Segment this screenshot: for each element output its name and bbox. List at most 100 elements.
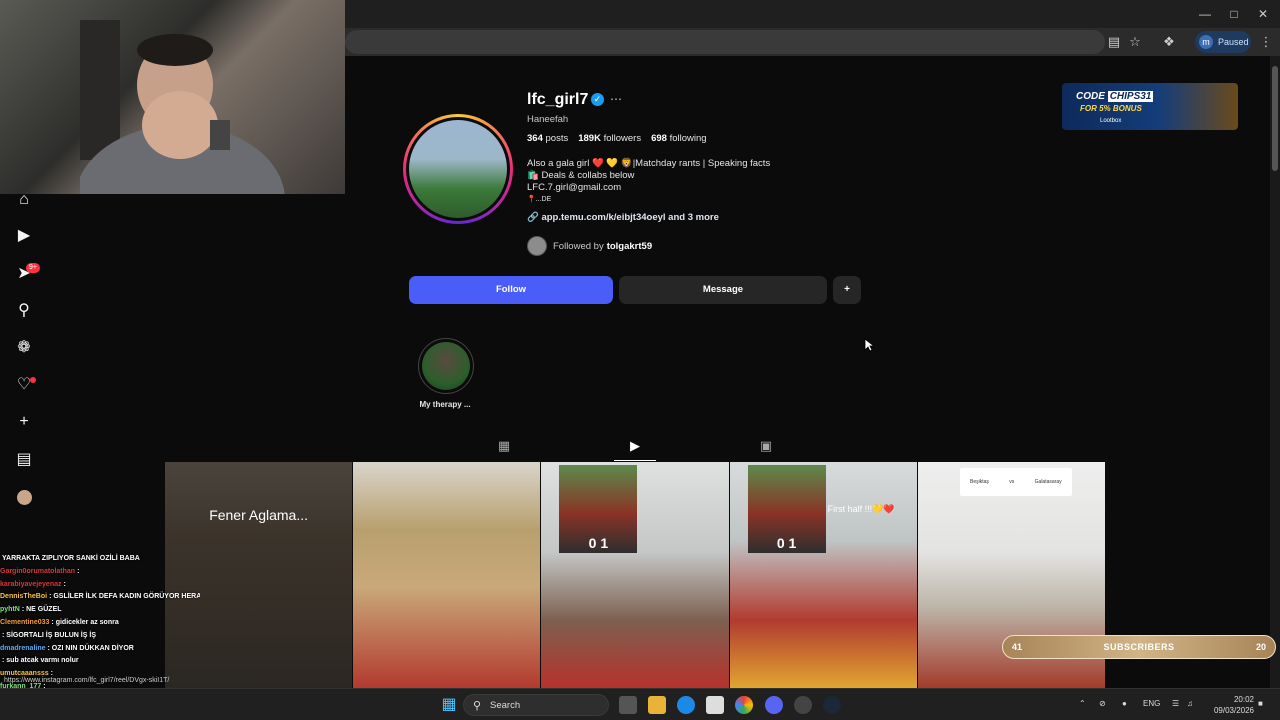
sponsor-banner: CODE CHIPS31 FOR 5% BONUS Lootbox xyxy=(1062,83,1238,130)
followed-by-user: tolgakrt59 xyxy=(606,240,653,252)
discord-icon[interactable] xyxy=(765,696,783,714)
reel-thumbnail[interactable]: 0 1 xyxy=(541,462,729,688)
bio-line: LFC.7.girl@gmail.com xyxy=(527,182,622,193)
profile-picture[interactable] xyxy=(406,117,510,221)
chat-username: dmadrenaline xyxy=(0,644,46,652)
steam-icon[interactable] xyxy=(823,696,841,714)
tagged-tab-icon[interactable]: ▣ xyxy=(758,438,774,454)
ad-brand: Lootbox xyxy=(1100,118,1122,124)
subscribers-bar: 41 SUBSCRIBERS 20 xyxy=(1002,635,1276,659)
score-text: 0 1 xyxy=(776,535,797,551)
url-status-text: https://www.instagram.com/lfc_girl7/reel… xyxy=(4,677,170,684)
obs-icon[interactable] xyxy=(794,696,812,714)
file-explorer-icon[interactable] xyxy=(648,696,666,714)
followers-stat[interactable]: 189K followers xyxy=(578,133,641,144)
options-icon[interactable]: ⋯ xyxy=(610,92,623,106)
profile-username: lfc_girl7 xyxy=(527,91,589,108)
minimize-icon[interactable]: — xyxy=(1190,4,1220,24)
chat-message: YARRAKTA ZIPLIYOR SANKİ OZİLİ BABA xyxy=(0,553,200,566)
chat-message: karabiyavejeyenaz: xyxy=(0,579,200,592)
highlight-cover xyxy=(422,342,470,390)
profile-full-name: Haneefah xyxy=(527,114,569,125)
reels-grid: Fener Aglama... 0 1 0 1 First half !!!💛❤… xyxy=(165,462,1106,688)
browser-menu-icon[interactable]: ⋮ xyxy=(1258,34,1274,50)
profile-stats: 364 posts 189K followers 698 following xyxy=(527,133,707,144)
create-icon[interactable]: + xyxy=(14,412,34,432)
windows-taskbar: ▦ ⚲ Search ⌃ ⊘ ● ENG ☰ ♫ 20:02 09/03/202… xyxy=(0,688,1280,720)
ad-bonus: FOR 5% BONUS xyxy=(1080,104,1142,113)
search-icon[interactable]: ⚲ xyxy=(14,301,34,321)
dashboard-icon[interactable]: ▤ xyxy=(14,450,34,470)
reel-thumbnail[interactable]: 0 1 First half !!!💛❤️ xyxy=(729,462,917,688)
suggest-user-icon[interactable]: + xyxy=(833,276,861,304)
notification-center-icon[interactable]: ■ xyxy=(1258,699,1263,708)
reel-caption: Fener Aglama... xyxy=(209,507,309,523)
score-graphic: 0 1 xyxy=(747,465,826,553)
bookmark-star-icon[interactable]: ☆ xyxy=(1127,34,1143,50)
bio-line: 📍...DE xyxy=(527,196,552,203)
cast-icon[interactable]: ▤ xyxy=(1106,34,1122,50)
chat-message: : SİGORTALI İŞ BULUN İŞ İŞ xyxy=(0,630,200,643)
follow-button[interactable]: Follow xyxy=(409,276,613,304)
address-bar[interactable] xyxy=(345,30,1105,54)
chat-message: pyhtN: NE GÜZEL xyxy=(0,604,200,617)
taskbar-search-label: Search xyxy=(490,700,521,711)
ad-code: CODE CHIPS31 xyxy=(1076,91,1154,102)
follower-avatar xyxy=(527,236,547,256)
webcam-person xyxy=(80,20,285,194)
chat-username: Gargin0orumatolathan xyxy=(0,567,76,575)
language-indicator[interactable]: ENG xyxy=(1143,699,1160,708)
profile-button[interactable]: m Paused xyxy=(1195,31,1251,53)
message-button[interactable]: Message xyxy=(619,276,827,304)
profile-photo xyxy=(409,120,507,218)
profile-avatar: m xyxy=(1199,35,1213,49)
edge-icon[interactable] xyxy=(677,696,695,714)
followed-by[interactable]: Followed by tolgakrt59 xyxy=(527,236,652,256)
scroll-thumb[interactable] xyxy=(1272,66,1278,171)
reel-thumbnail[interactable] xyxy=(353,462,541,688)
clock-date: 09/03/2026 xyxy=(1213,706,1254,715)
chat-username: karabiyavejeyenaz xyxy=(0,580,62,588)
chat-text: : xyxy=(77,567,80,575)
tray-network-off-icon[interactable]: ⊘ xyxy=(1099,699,1106,708)
page-scrollbar[interactable] xyxy=(1270,56,1280,688)
nav-profile-avatar[interactable] xyxy=(17,490,32,505)
profile-link[interactable]: 🔗 app.temu.com/k/eibjt34oeyl and 3 more xyxy=(527,212,719,223)
microphone-icon[interactable]: ● xyxy=(1122,699,1127,708)
chat-text: : OZI NIN DÜKKAN DİYOR xyxy=(47,644,134,652)
taskbar-search[interactable]: ⚲ Search xyxy=(463,694,609,716)
chat-username: pyhtN xyxy=(0,606,20,614)
posts-tab-icon[interactable]: ▦ xyxy=(496,438,512,454)
following-stat[interactable]: 698 following xyxy=(651,133,706,144)
wifi-icon[interactable]: ☰ xyxy=(1172,699,1179,708)
chat-message: DennisTheBoi: GSLİLER İLK DEFA KADIN GÖR… xyxy=(0,591,200,604)
chat-text: : sub atcak varmı nolur xyxy=(2,657,79,665)
explore-icon[interactable]: ❁ xyxy=(14,338,34,358)
chat-text: : xyxy=(63,580,66,588)
chat-message: : sub atcak varmı nolur xyxy=(0,655,200,668)
task-view-icon[interactable] xyxy=(619,696,637,714)
notifications-badge: 9+ xyxy=(26,263,40,273)
taskbar-clock[interactable]: 20:02 09/03/2026 xyxy=(1208,694,1254,716)
start-icon[interactable]: ▦ xyxy=(440,696,458,714)
volume-icon[interactable]: ♫ xyxy=(1187,699,1193,708)
tray-chevron-icon[interactable]: ⌃ xyxy=(1079,699,1086,708)
close-icon[interactable]: ✕ xyxy=(1248,4,1278,24)
subscribers-right: 20 xyxy=(1255,642,1266,652)
mouse-cursor-icon xyxy=(864,338,874,352)
reels-icon[interactable]: ▶ xyxy=(14,226,34,246)
chrome-icon[interactable] xyxy=(735,696,753,714)
clock-time: 20:02 xyxy=(1233,695,1254,704)
maximize-icon[interactable]: □ xyxy=(1219,4,1249,24)
chat-username: DennisTheBoi xyxy=(0,593,48,601)
chat-message: Clementine033: gidicekler az sonra xyxy=(0,617,200,630)
subscribers-label: SUBSCRIBERS xyxy=(1103,642,1175,652)
bio-line: Also a gala girl ❤️ 💛 🦁|Matchday rants |… xyxy=(527,158,771,169)
profile-status: Paused xyxy=(1218,37,1249,47)
chat-text: : GSLİLER İLK DEFA KADIN GÖRÜYOR HERALDE xyxy=(49,593,200,601)
chat-text: : SİGORTALI İŞ BULUN İŞ İŞ xyxy=(2,631,96,639)
extensions-icon[interactable]: ❖ xyxy=(1161,34,1177,50)
store-icon[interactable] xyxy=(706,696,724,714)
reels-tab-icon[interactable]: ▶ xyxy=(627,438,643,454)
story-highlight[interactable] xyxy=(418,338,474,394)
